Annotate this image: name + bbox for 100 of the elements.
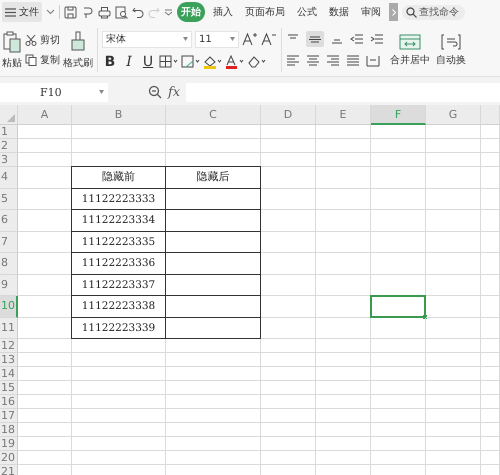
grid-cell[interactable] [261,153,316,167]
borders-icon[interactable] [159,55,178,68]
grid-cell[interactable] [261,451,316,465]
grid-cell[interactable] [371,353,426,367]
grid-cell[interactable] [371,232,426,253]
grid-cell[interactable] [371,167,426,188]
grid-cell[interactable] [481,296,500,318]
grid-cell[interactable] [481,232,500,253]
distributed-icon[interactable] [366,55,380,67]
cell-style-icon[interactable] [181,55,200,68]
grid-cell[interactable] [261,125,316,139]
grid-cell[interactable] [426,381,481,395]
undo-icon[interactable] [132,6,144,18]
file-menu[interactable]: 文件 [2,2,42,22]
grid-cell[interactable] [261,296,316,318]
grid-cell[interactable] [261,318,316,339]
grid-cell[interactable] [18,153,72,167]
font-color-icon[interactable] [225,54,244,68]
row-header[interactable]: 10 [0,296,18,318]
ribbon-tab[interactable]: 公式 [293,2,321,22]
fill-color-icon[interactable] [203,54,222,68]
grid-cell[interactable] [371,381,426,395]
grid-cell[interactable] [426,188,481,210]
search-field[interactable]: 查找命令 [402,4,465,20]
grid-cell[interactable] [481,395,500,409]
grid-cell[interactable] [426,232,481,253]
grid-cell[interactable] [371,395,426,409]
row-header[interactable]: 5 [0,188,18,210]
grid-cell[interactable] [316,253,371,274]
grid-cell[interactable] [166,353,261,367]
grid-cell[interactable] [18,451,72,465]
grid-cell[interactable] [261,188,316,210]
grid-cell[interactable] [371,210,426,232]
grid-cell[interactable] [481,125,500,139]
grid-cell[interactable] [18,139,72,153]
grid-cell[interactable] [261,381,316,395]
grid-cell[interactable] [371,339,426,353]
grid-cell[interactable] [72,395,166,409]
font-size-dropdown[interactable]: 11 [195,30,239,48]
print-preview-icon[interactable] [115,6,128,18]
grid-cell[interactable] [371,188,426,210]
grid-cell[interactable] [261,353,316,367]
row-header[interactable]: 16 [0,395,18,409]
grid-cell[interactable] [481,210,500,232]
grid-cell[interactable] [481,253,500,274]
grid-cell[interactable] [426,167,481,188]
grid-cell[interactable] [316,232,371,253]
grid-cell[interactable] [316,437,371,451]
row-header[interactable]: 14 [0,367,18,381]
row-header[interactable]: 19 [0,437,18,451]
grid-cell[interactable] [371,409,426,423]
row-header[interactable]: 12 [0,339,18,353]
grid-cell[interactable] [481,318,500,339]
grid-cell[interactable] [316,395,371,409]
grid-cell[interactable] [18,437,72,451]
grid-cell[interactable] [316,125,371,139]
grid-cell[interactable] [481,451,500,465]
grid-cell[interactable] [261,339,316,353]
font-name-dropdown[interactable]: 宋体 [102,30,192,48]
grid-cell[interactable] [481,423,500,437]
grid-cell[interactable] [316,139,371,153]
grid-cell[interactable] [481,167,500,188]
grid-cell[interactable] [316,339,371,353]
grid-cell[interactable] [166,139,261,153]
redo-icon[interactable] [148,6,160,18]
grid-cell[interactable] [261,253,316,274]
grid-cell[interactable] [481,353,500,367]
grid-cell[interactable] [166,339,261,353]
select-all-corner[interactable] [0,105,18,125]
ribbon-tab[interactable]: 审阅 [357,2,385,22]
grid-cell[interactable] [18,381,72,395]
eraser-icon[interactable] [247,55,266,68]
row-header[interactable]: 9 [0,274,18,296]
row-header[interactable]: 11 [0,318,18,339]
grid-cell[interactable] [72,125,166,139]
grid-cell[interactable] [18,423,72,437]
grid-cell[interactable] [426,318,481,339]
grid-cell[interactable] [261,167,316,188]
grid-cell[interactable] [166,451,261,465]
merge-center-button[interactable]: 合并居中 [390,34,430,66]
save-icon[interactable] [64,6,77,18]
grid-cell[interactable] [426,296,481,318]
grid-cell[interactable] [261,423,316,437]
grid-cell[interactable] [316,318,371,339]
grid-cell[interactable] [261,232,316,253]
justify-icon[interactable] [346,55,360,67]
grid-cell[interactable] [426,353,481,367]
grid-cell[interactable] [166,125,261,139]
print-icon[interactable] [98,6,111,18]
bold-button[interactable]: B [102,54,118,70]
grid-cell[interactable] [72,339,166,353]
increase-indent-icon[interactable] [370,33,384,45]
grid-cell[interactable] [261,409,316,423]
grid-cell[interactable] [72,367,166,381]
grid-cell[interactable] [426,274,481,296]
row-header[interactable]: 15 [0,381,18,395]
row-header[interactable]: 7 [0,232,18,253]
ribbon-tab[interactable]: 开始 [177,2,205,22]
grid-cell[interactable] [481,188,500,210]
grid-cell[interactable] [261,274,316,296]
